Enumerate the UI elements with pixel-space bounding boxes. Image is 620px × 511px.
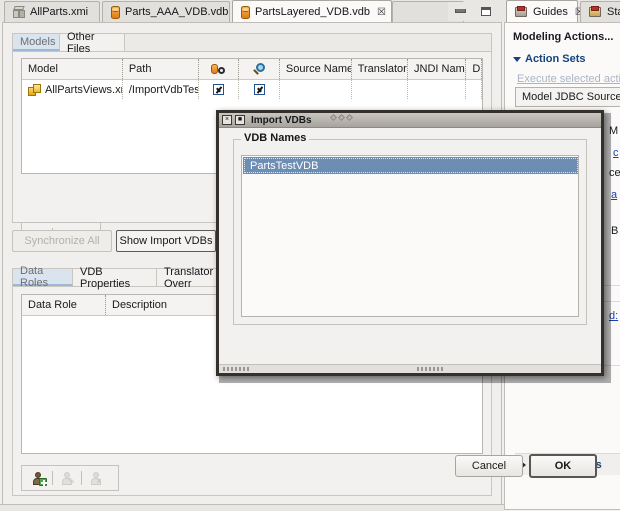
- button-label: Synchronize All: [24, 235, 99, 247]
- pencil-badge-icon: ✎: [68, 477, 77, 486]
- page-title: Modeling Actions...: [513, 31, 613, 43]
- button-label: OK: [555, 460, 572, 472]
- editor-tab-label: PartsLayered_VDB.vdb: [255, 6, 370, 18]
- tab-label: Sta: [607, 6, 620, 18]
- tab-label: Data Roles: [20, 265, 65, 289]
- cell-translator: [352, 80, 408, 99]
- models-tab-bar: Models Other Files: [13, 34, 491, 52]
- status-grip-icon: [223, 367, 249, 371]
- editor-tab-parts-aaa-vdb[interactable]: Parts_AAA_VDB.vdb: [102, 1, 230, 22]
- magnifier-icon: [253, 63, 266, 76]
- list-item[interactable]: PartsTestVDB: [243, 157, 579, 174]
- ok-button[interactable]: OK: [529, 454, 597, 478]
- action-sets-header[interactable]: Action Sets: [513, 53, 586, 65]
- user-edit-icon: ✎: [61, 472, 74, 485]
- tab-status[interactable]: Sta: [580, 1, 620, 22]
- list-item-label: PartsTestVDB: [250, 160, 318, 172]
- dialog-restore-button[interactable]: ■: [235, 115, 245, 125]
- action-set-dropdown[interactable]: Model JDBC Source: [515, 87, 620, 107]
- cell-searchable-checkbox[interactable]: [239, 80, 280, 99]
- dialog-title-bar[interactable]: × ■ Import VDBs: [219, 113, 601, 128]
- editor-window-buttons: [448, 2, 500, 21]
- table-row[interactable]: AllPartsViews.xmi /ImportVdbTest: [22, 80, 482, 99]
- vdb-names-group-label: VDB Names: [241, 132, 309, 144]
- chevron-down-icon: [513, 57, 521, 62]
- column-header-datasource[interactable]: D: [466, 59, 482, 79]
- delete-data-role-button[interactable]: ×: [85, 468, 107, 488]
- guides-icon: [515, 6, 528, 18]
- cancel-button[interactable]: Cancel: [455, 455, 523, 477]
- dialog-close-button[interactable]: ×: [222, 115, 232, 125]
- column-header-source-name[interactable]: Source Name: [280, 59, 352, 79]
- maximize-icon[interactable]: [474, 2, 498, 20]
- editor-tab-bar: AllParts.xmi Parts_AAA_VDB.vdb PartsLaye…: [0, 0, 504, 22]
- column-header-searchable[interactable]: [239, 59, 280, 79]
- user-delete-icon: ×: [90, 472, 103, 485]
- checkbox-checked-icon: [254, 84, 265, 95]
- column-header-path[interactable]: Path: [123, 59, 199, 79]
- editor-tab-label: AllParts.xmi: [30, 6, 88, 18]
- title-bar-decoration: [331, 115, 352, 120]
- tab-label: VDB Properties: [80, 266, 149, 290]
- guides-tab-bar: Guides ☒ Sta: [504, 0, 620, 22]
- clipped-text: c: [613, 147, 619, 159]
- vdb-icon: [111, 6, 120, 19]
- edit-data-role-button[interactable]: ✎: [56, 468, 78, 488]
- checkbox-checked-icon: [213, 84, 224, 95]
- add-data-role-button[interactable]: [27, 468, 49, 488]
- status-icon: [589, 6, 602, 18]
- tab-label: Guides: [533, 6, 568, 18]
- models-table-header: Model Path Source Name Translator JNDI N…: [22, 59, 482, 80]
- cell-path: /ImportVdbTest: [123, 80, 199, 99]
- cell-model: AllPartsViews.xmi: [22, 80, 123, 99]
- x-badge-icon: ×: [97, 477, 106, 486]
- cell-text: AllPartsViews.xmi: [45, 84, 123, 96]
- import-vdbs-dialog: × ■ Import VDBs VDB Names PartsTestVDB C…: [216, 110, 604, 376]
- button-label: Show Import VDBs: [120, 235, 213, 247]
- cell-visible-checkbox[interactable]: [199, 80, 240, 99]
- column-header-translator[interactable]: Translator: [352, 59, 408, 79]
- dialog-title: Import VDBs: [251, 115, 312, 126]
- cell-jndi-name: [408, 80, 466, 99]
- cell-datasource: [466, 80, 482, 99]
- tab-guides[interactable]: Guides ☒: [506, 0, 578, 23]
- user-add-icon: [32, 472, 45, 485]
- toolbar-separator: [52, 471, 53, 485]
- tab-label: Models: [20, 36, 55, 48]
- cell-source-name: [280, 80, 352, 99]
- model-icon: [28, 84, 41, 96]
- data-roles-toolbar: ✎ ×: [21, 465, 119, 491]
- dialog-status-bar: [219, 364, 601, 373]
- tab-other-files[interactable]: Other Files: [60, 34, 125, 51]
- minimize-icon[interactable]: [448, 2, 472, 20]
- tab-label: Other Files: [67, 31, 117, 55]
- clipped-text: B: [611, 225, 618, 237]
- visibility-key-icon: [211, 63, 225, 75]
- cube-icon: [13, 6, 25, 18]
- column-header-jndi-name[interactable]: JNDI Name: [408, 59, 466, 79]
- show-import-vdbs-button[interactable]: Show Import VDBs: [116, 230, 216, 252]
- column-header-data-role[interactable]: Data Role: [22, 295, 106, 315]
- toolbar-separator: [81, 471, 82, 485]
- editor-tab-partslayered-vdb[interactable]: PartsLayered_VDB.vdb ☒: [232, 0, 392, 23]
- tab-data-roles[interactable]: Data Roles: [13, 269, 73, 286]
- column-header-visibility[interactable]: [199, 59, 240, 79]
- column-header-model[interactable]: Model: [22, 59, 123, 79]
- tab-models[interactable]: Models: [13, 34, 60, 51]
- editor-tab-allparts-xmi[interactable]: AllParts.xmi: [4, 1, 100, 22]
- editor-tab-label: Parts_AAA_VDB.vdb: [125, 6, 228, 18]
- status-grip-icon: [417, 367, 443, 371]
- vdb-names-list[interactable]: PartsTestVDB: [241, 155, 579, 317]
- section-label: Action Sets: [525, 53, 586, 65]
- clipped-text: a: [611, 189, 617, 201]
- tab-vdb-properties[interactable]: VDB Properties: [73, 269, 157, 286]
- dropdown-value: Model JDBC Source: [522, 91, 620, 103]
- vdb-icon: [241, 6, 250, 19]
- button-label: Cancel: [472, 460, 506, 472]
- synchronize-all-button[interactable]: Synchronize All: [12, 230, 112, 252]
- close-icon[interactable]: ☒: [377, 7, 386, 18]
- execute-selected-action-link[interactable]: Execute selected acti: [517, 73, 620, 85]
